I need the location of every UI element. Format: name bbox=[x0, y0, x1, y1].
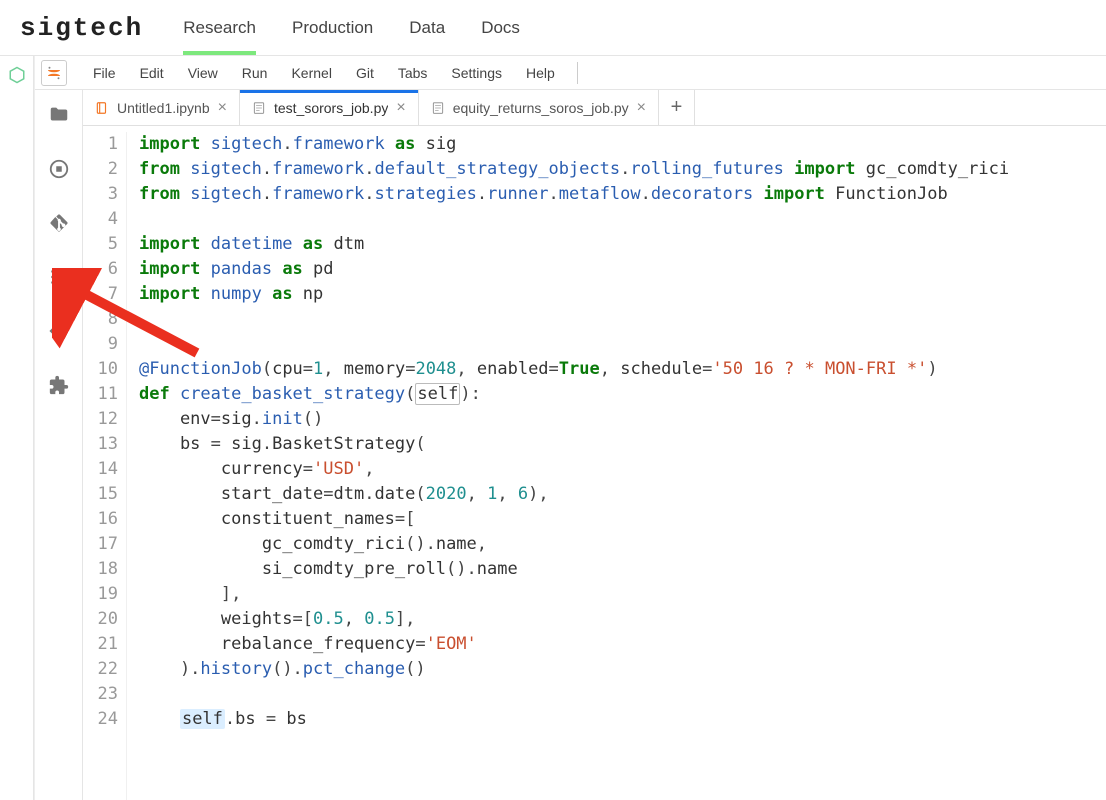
code-line[interactable]: bs = sig.BasketStrategy( bbox=[139, 432, 1106, 457]
code-line[interactable]: currency='USD', bbox=[139, 457, 1106, 482]
running-icon[interactable] bbox=[48, 158, 70, 180]
git-icon[interactable] bbox=[48, 212, 70, 234]
close-icon[interactable]: × bbox=[396, 99, 405, 117]
python-icon bbox=[252, 101, 266, 115]
top-nav: Research Production Data Docs bbox=[183, 2, 520, 54]
menu-run[interactable]: Run bbox=[230, 61, 280, 85]
menu-edit[interactable]: Edit bbox=[128, 61, 176, 85]
top-nav-research[interactable]: Research bbox=[183, 2, 256, 54]
code-line[interactable]: si_comdty_pre_roll().name bbox=[139, 557, 1106, 582]
menu-kernel[interactable]: Kernel bbox=[279, 61, 343, 85]
top-nav-production[interactable]: Production bbox=[292, 2, 373, 54]
notebook-icon bbox=[95, 101, 109, 115]
shell: FileEditViewRunKernelGitTabsSettingsHelp… bbox=[0, 56, 1106, 800]
code-line[interactable]: constituent_names=[ bbox=[139, 507, 1106, 532]
code-line[interactable]: rebalance_frequency='EOM' bbox=[139, 632, 1106, 657]
menu-git[interactable]: Git bbox=[344, 61, 386, 85]
menu-file[interactable]: File bbox=[81, 61, 128, 85]
code-editor[interactable]: 123456789101112131415161718192021222324 … bbox=[83, 126, 1106, 800]
code-line[interactable]: self.bs = bs bbox=[139, 707, 1106, 732]
hexagon-icon bbox=[8, 66, 26, 84]
ide: FileEditViewRunKernelGitTabsSettingsHelp… bbox=[34, 56, 1106, 800]
tab-label: equity_returns_soros_job.py bbox=[453, 100, 629, 116]
tab-label: test_sorors_job.py bbox=[274, 100, 388, 116]
menu-help[interactable]: Help bbox=[514, 61, 567, 85]
code-line[interactable] bbox=[139, 332, 1106, 357]
code-line[interactable]: env=sig.init() bbox=[139, 407, 1106, 432]
menu-tabs[interactable]: Tabs bbox=[386, 61, 440, 85]
tab-label: Untitled1.ipynb bbox=[117, 100, 210, 116]
top-header: sigtech Research Production Data Docs bbox=[0, 0, 1106, 56]
close-icon[interactable]: × bbox=[218, 99, 227, 117]
code-content[interactable]: import sigtech.framework as sigfrom sigt… bbox=[127, 132, 1106, 800]
left-rail bbox=[0, 56, 34, 800]
menu-view[interactable]: View bbox=[176, 61, 230, 85]
python-icon bbox=[431, 101, 445, 115]
top-nav-data[interactable]: Data bbox=[409, 2, 445, 54]
menu-settings[interactable]: Settings bbox=[439, 61, 514, 85]
code-line[interactable]: from sigtech.framework.strategies.runner… bbox=[139, 182, 1106, 207]
folder-icon[interactable] bbox=[48, 104, 70, 126]
line-gutter: 123456789101112131415161718192021222324 bbox=[83, 132, 127, 800]
code-line[interactable]: import numpy as np bbox=[139, 282, 1106, 307]
code-line[interactable]: start_date=dtm.date(2020, 1, 6), bbox=[139, 482, 1106, 507]
menu-divider bbox=[577, 62, 578, 84]
code-line[interactable]: def create_basket_strategy(self): bbox=[139, 382, 1106, 407]
code-line[interactable]: @FunctionJob(cpu=1, memory=2048, enabled… bbox=[139, 357, 1106, 382]
code-line[interactable]: gc_comdty_rici().name, bbox=[139, 532, 1106, 557]
code-line[interactable] bbox=[139, 682, 1106, 707]
code-line[interactable]: import sigtech.framework as sig bbox=[139, 132, 1106, 157]
tab-0[interactable]: Untitled1.ipynb × bbox=[83, 90, 240, 125]
code-line[interactable]: import datetime as dtm bbox=[139, 232, 1106, 257]
activity-bar bbox=[35, 90, 83, 800]
code-line[interactable]: ).history().pct_change() bbox=[139, 657, 1106, 682]
code-line[interactable]: import pandas as pd bbox=[139, 257, 1106, 282]
code-line[interactable] bbox=[139, 207, 1106, 232]
new-tab-button[interactable]: + bbox=[659, 90, 695, 125]
code-line[interactable]: ], bbox=[139, 582, 1106, 607]
code-line[interactable]: weights=[0.5, 0.5], bbox=[139, 607, 1106, 632]
tab-1[interactable]: test_sorors_job.py × bbox=[240, 90, 419, 125]
menu-bar: FileEditViewRunKernelGitTabsSettingsHelp bbox=[35, 56, 1106, 90]
ide-body: Untitled1.ipynb×test_sorors_job.py×equit… bbox=[35, 90, 1106, 800]
toc-icon[interactable] bbox=[48, 266, 70, 288]
code-icon[interactable] bbox=[48, 320, 70, 342]
code-line[interactable] bbox=[139, 307, 1106, 332]
brand-logo: sigtech bbox=[20, 13, 143, 43]
code-line[interactable]: from sigtech.framework.default_strategy_… bbox=[139, 157, 1106, 182]
jupyter-logo[interactable] bbox=[41, 60, 67, 86]
jupyter-icon bbox=[45, 64, 63, 82]
tab-2[interactable]: equity_returns_soros_job.py × bbox=[419, 90, 659, 125]
top-nav-docs[interactable]: Docs bbox=[481, 2, 520, 54]
tab-bar: Untitled1.ipynb×test_sorors_job.py×equit… bbox=[83, 90, 1106, 126]
close-icon[interactable]: × bbox=[637, 99, 646, 117]
editor-area: Untitled1.ipynb×test_sorors_job.py×equit… bbox=[83, 90, 1106, 800]
extensions-icon[interactable] bbox=[48, 374, 70, 396]
